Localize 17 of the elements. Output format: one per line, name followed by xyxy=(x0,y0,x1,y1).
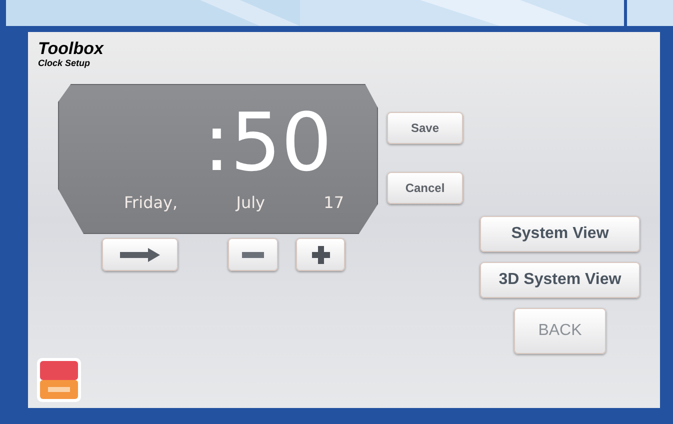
minus-button[interactable] xyxy=(228,238,278,271)
clock-time: :50 xyxy=(203,103,332,183)
view-button[interactable]: System View xyxy=(480,216,640,252)
menu-icon[interactable] xyxy=(36,357,82,403)
cancel-button[interactable]: Cancel xyxy=(387,172,463,204)
page-subtitle: Clock Setup xyxy=(38,58,92,69)
view-button[interactable]: 3D System View xyxy=(480,262,640,298)
page-title: Toolbox xyxy=(38,40,105,58)
next-button[interactable] xyxy=(102,238,178,271)
clock-weekday: Friday, xyxy=(124,192,178,214)
arrow-right-icon xyxy=(120,248,160,262)
minus-icon xyxy=(242,252,264,258)
save-button[interactable]: Save xyxy=(387,112,463,144)
plus-button[interactable] xyxy=(296,238,345,271)
plus-icon xyxy=(312,246,330,264)
clock-month: July xyxy=(236,192,265,214)
clock-day: 17 xyxy=(324,191,344,215)
